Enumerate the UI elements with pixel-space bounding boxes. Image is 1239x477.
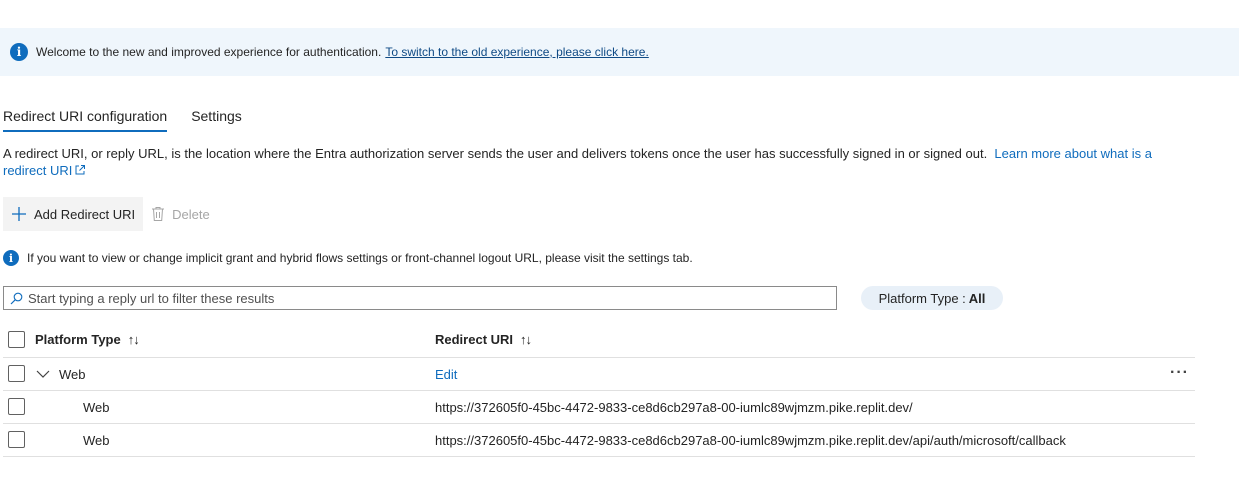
tab-redirect-uri-configuration[interactable]: Redirect URI configuration bbox=[3, 106, 168, 132]
table-header: Platform Type ↑↓ Redirect URI ↑↓ bbox=[3, 322, 1195, 358]
settings-note: i If you want to view or change implicit… bbox=[3, 250, 693, 266]
table-row: Web https://372605f0-45bc-4472-9833-ce8d… bbox=[3, 391, 1195, 424]
more-options-icon[interactable]: ··· bbox=[1170, 364, 1189, 382]
external-link-icon bbox=[75, 165, 86, 175]
chevron-down-icon[interactable] bbox=[36, 367, 50, 381]
add-redirect-uri-button[interactable]: Add Redirect URI bbox=[3, 197, 144, 231]
platform-cell: Web bbox=[83, 432, 110, 448]
platform-cell: Web bbox=[83, 399, 110, 415]
plus-icon bbox=[12, 207, 26, 221]
settings-note-text: If you want to view or change implicit g… bbox=[27, 251, 693, 265]
redirect-uri-table: Platform Type ↑↓ Redirect URI ↑↓ Web Edi… bbox=[3, 322, 1195, 457]
platform-type-column-header[interactable]: Platform Type ↑↓ bbox=[35, 322, 140, 357]
redirect-uri-cell: https://372605f0-45bc-4472-9833-ce8d6cb2… bbox=[435, 399, 913, 415]
delete-button[interactable]: Delete bbox=[143, 197, 218, 231]
tab-settings[interactable]: Settings bbox=[191, 106, 242, 132]
trash-icon bbox=[152, 207, 165, 221]
platform-type-filter[interactable]: Platform Type : All bbox=[861, 286, 1003, 310]
row-checkbox[interactable] bbox=[8, 398, 25, 415]
sort-icon: ↑↓ bbox=[520, 332, 532, 347]
info-icon: i bbox=[3, 250, 19, 266]
select-all-checkbox[interactable] bbox=[8, 331, 25, 348]
info-icon: i bbox=[10, 43, 28, 61]
redirect-uri-column-header[interactable]: Redirect URI ↑↓ bbox=[435, 322, 532, 357]
sort-icon: ↑↓ bbox=[127, 332, 140, 347]
filter-box bbox=[3, 286, 837, 310]
description-text: A redirect URI, or reply URL, is the loc… bbox=[3, 146, 988, 161]
redirect-uri-cell: https://372605f0-45bc-4472-9833-ce8d6cb2… bbox=[435, 432, 1066, 448]
tab-bar: Redirect URI configuration Settings bbox=[3, 106, 266, 132]
filter-input[interactable] bbox=[28, 290, 808, 306]
row-checkbox[interactable] bbox=[8, 431, 25, 448]
description: A redirect URI, or reply URL, is the loc… bbox=[3, 145, 1193, 179]
banner-text: Welcome to the new and improved experien… bbox=[36, 45, 382, 59]
edit-link[interactable]: Edit bbox=[435, 358, 457, 390]
group-checkbox[interactable] bbox=[8, 365, 25, 382]
group-row-web: Web Edit ··· bbox=[3, 358, 1195, 391]
info-banner: i Welcome to the new and improved experi… bbox=[0, 28, 1239, 76]
delete-label: Delete bbox=[172, 206, 210, 222]
platform-filter-value: All bbox=[968, 290, 986, 306]
platform-filter-label: Platform Type : bbox=[878, 290, 966, 306]
switch-experience-link[interactable]: To switch to the old experience, please … bbox=[385, 45, 648, 59]
toolbar: Add Redirect URI Delete bbox=[3, 197, 218, 231]
table-row: Web https://372605f0-45bc-4472-9833-ce8d… bbox=[3, 424, 1195, 457]
search-icon bbox=[10, 292, 23, 304]
add-redirect-uri-label: Add Redirect URI bbox=[34, 206, 136, 222]
group-name: Web bbox=[59, 366, 86, 382]
